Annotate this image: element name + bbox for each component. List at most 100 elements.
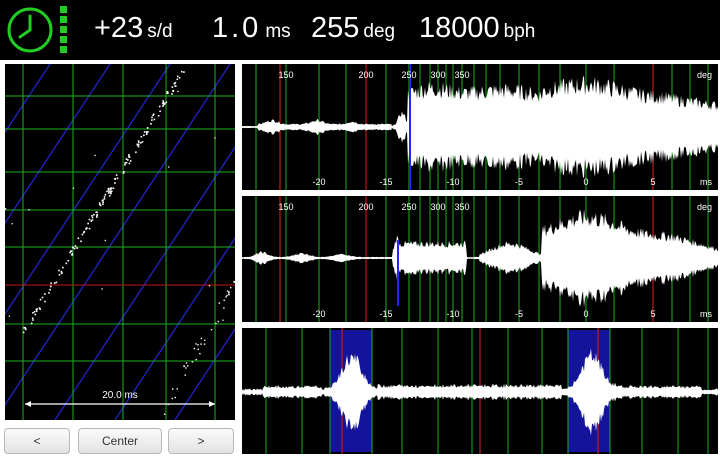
beat-dot bbox=[116, 177, 119, 180]
previous-button[interactable]: < bbox=[4, 428, 70, 454]
beat-dot bbox=[93, 213, 95, 216]
beat-dot bbox=[104, 193, 107, 196]
beat-dot bbox=[230, 286, 232, 289]
rate-unit: s/d bbox=[147, 21, 173, 42]
beat-dot bbox=[172, 89, 175, 92]
beat-dot bbox=[30, 322, 33, 325]
deg-tick-350: 350 bbox=[454, 70, 469, 80]
ms-tick-minus5: -5 bbox=[515, 309, 523, 319]
rate-value: +23 bbox=[94, 12, 144, 44]
beat-dot bbox=[108, 195, 111, 197]
beat-dot bbox=[88, 218, 91, 221]
beat-dot bbox=[199, 352, 201, 355]
beat-dot bbox=[91, 214, 93, 217]
beat-dot bbox=[172, 388, 174, 390]
scale-arrow-left bbox=[25, 401, 31, 407]
beat-dot bbox=[226, 294, 228, 297]
diagonal-reference-line bbox=[5, 64, 51, 134]
beat-dot bbox=[184, 374, 186, 376]
beat-dot bbox=[67, 259, 70, 262]
beat-dot bbox=[178, 76, 181, 79]
beat-dot bbox=[176, 75, 179, 78]
rate-readout: +23 s/d bbox=[94, 12, 173, 45]
beat-dot bbox=[183, 71, 185, 73]
beat-dot bbox=[228, 291, 230, 293]
beat-dot bbox=[187, 365, 189, 367]
beat-dot bbox=[176, 388, 178, 390]
diagonal-reference-line bbox=[54, 146, 235, 420]
beat-dot bbox=[140, 135, 143, 138]
beat-dot bbox=[215, 322, 217, 325]
paper-strip-panel[interactable]: 20.0 ms bbox=[5, 64, 235, 420]
amplitude-unit: deg bbox=[363, 21, 396, 42]
noise-dot bbox=[104, 239, 106, 242]
beat-dot bbox=[176, 78, 179, 81]
status-bar: +23 s/d 1.0 ms 255 deg 18000 bph bbox=[0, 0, 720, 60]
diagonal-reference-line bbox=[5, 64, 111, 225]
beat-dot bbox=[143, 131, 146, 133]
beat-error-unit: ms bbox=[265, 21, 291, 42]
next-button[interactable]: > bbox=[168, 428, 234, 454]
beat-dot bbox=[135, 151, 137, 154]
beat-dot bbox=[145, 133, 148, 136]
scale-label: 20.0 ms bbox=[102, 390, 138, 401]
ms-unit-label: ms bbox=[700, 309, 712, 319]
beat-dot bbox=[204, 339, 206, 341]
beat-dot bbox=[62, 266, 64, 269]
beat-dot bbox=[98, 202, 101, 204]
ms-tick-minus15: -15 bbox=[379, 309, 392, 319]
beat-dot bbox=[99, 204, 102, 207]
beat-dot bbox=[35, 308, 38, 311]
beat-dot bbox=[85, 227, 88, 230]
noise-dot bbox=[222, 319, 224, 321]
ms-tick-minus10: -10 bbox=[446, 177, 459, 187]
beat-dot bbox=[107, 188, 110, 190]
beat-dot bbox=[183, 365, 185, 367]
beat-dot bbox=[115, 174, 118, 176]
beat-dot bbox=[143, 134, 145, 137]
beat-dot bbox=[163, 413, 166, 415]
beat-dot bbox=[73, 247, 76, 250]
beat-dot bbox=[32, 312, 34, 314]
beat-dot bbox=[137, 143, 140, 146]
ms-tick-minus5: -5 bbox=[515, 177, 523, 187]
beat-dot bbox=[151, 116, 153, 119]
beat-dot bbox=[53, 282, 56, 284]
period-waveform-panel bbox=[242, 328, 718, 454]
beat-dot bbox=[76, 247, 78, 249]
beat-dot bbox=[126, 159, 129, 161]
beat-dot bbox=[58, 269, 60, 272]
center-button[interactable]: Center bbox=[78, 428, 162, 454]
noise-dot bbox=[28, 209, 30, 211]
beat-dot bbox=[223, 307, 225, 309]
beat-dot bbox=[91, 216, 94, 219]
deg-tick-150: 150 bbox=[278, 202, 293, 212]
clock-icon bbox=[7, 7, 53, 53]
beat-dot bbox=[145, 131, 148, 133]
beat-dot bbox=[225, 296, 227, 298]
ms-tick-5: 5 bbox=[650, 177, 655, 187]
beat-dot bbox=[96, 216, 98, 218]
beat-dot bbox=[114, 178, 117, 180]
beat-dot bbox=[96, 211, 98, 213]
beat-dot bbox=[65, 262, 68, 265]
beat-dot bbox=[39, 308, 41, 311]
noise-dot bbox=[208, 285, 211, 287]
amplitude-value: 255 bbox=[311, 12, 360, 44]
beat-dot bbox=[193, 347, 196, 350]
ms-tick-minus15: -15 bbox=[379, 177, 392, 187]
beat-dot bbox=[124, 163, 126, 166]
signal-level-icon bbox=[60, 6, 67, 53]
beat-error-value: 1.0 bbox=[212, 12, 262, 44]
beat-error-readout: 1.0 ms bbox=[212, 12, 291, 45]
deg-tick-200: 200 bbox=[358, 202, 373, 212]
beat-dot bbox=[103, 198, 106, 200]
beat-dot bbox=[44, 300, 46, 303]
beat-dot bbox=[69, 251, 71, 254]
beat-dot bbox=[108, 190, 110, 193]
ms-tick-minus20: -20 bbox=[312, 177, 325, 187]
beat-dot bbox=[141, 141, 144, 143]
beat-dot bbox=[81, 233, 84, 236]
beat-dot bbox=[83, 230, 86, 233]
beat-dot bbox=[150, 123, 152, 125]
